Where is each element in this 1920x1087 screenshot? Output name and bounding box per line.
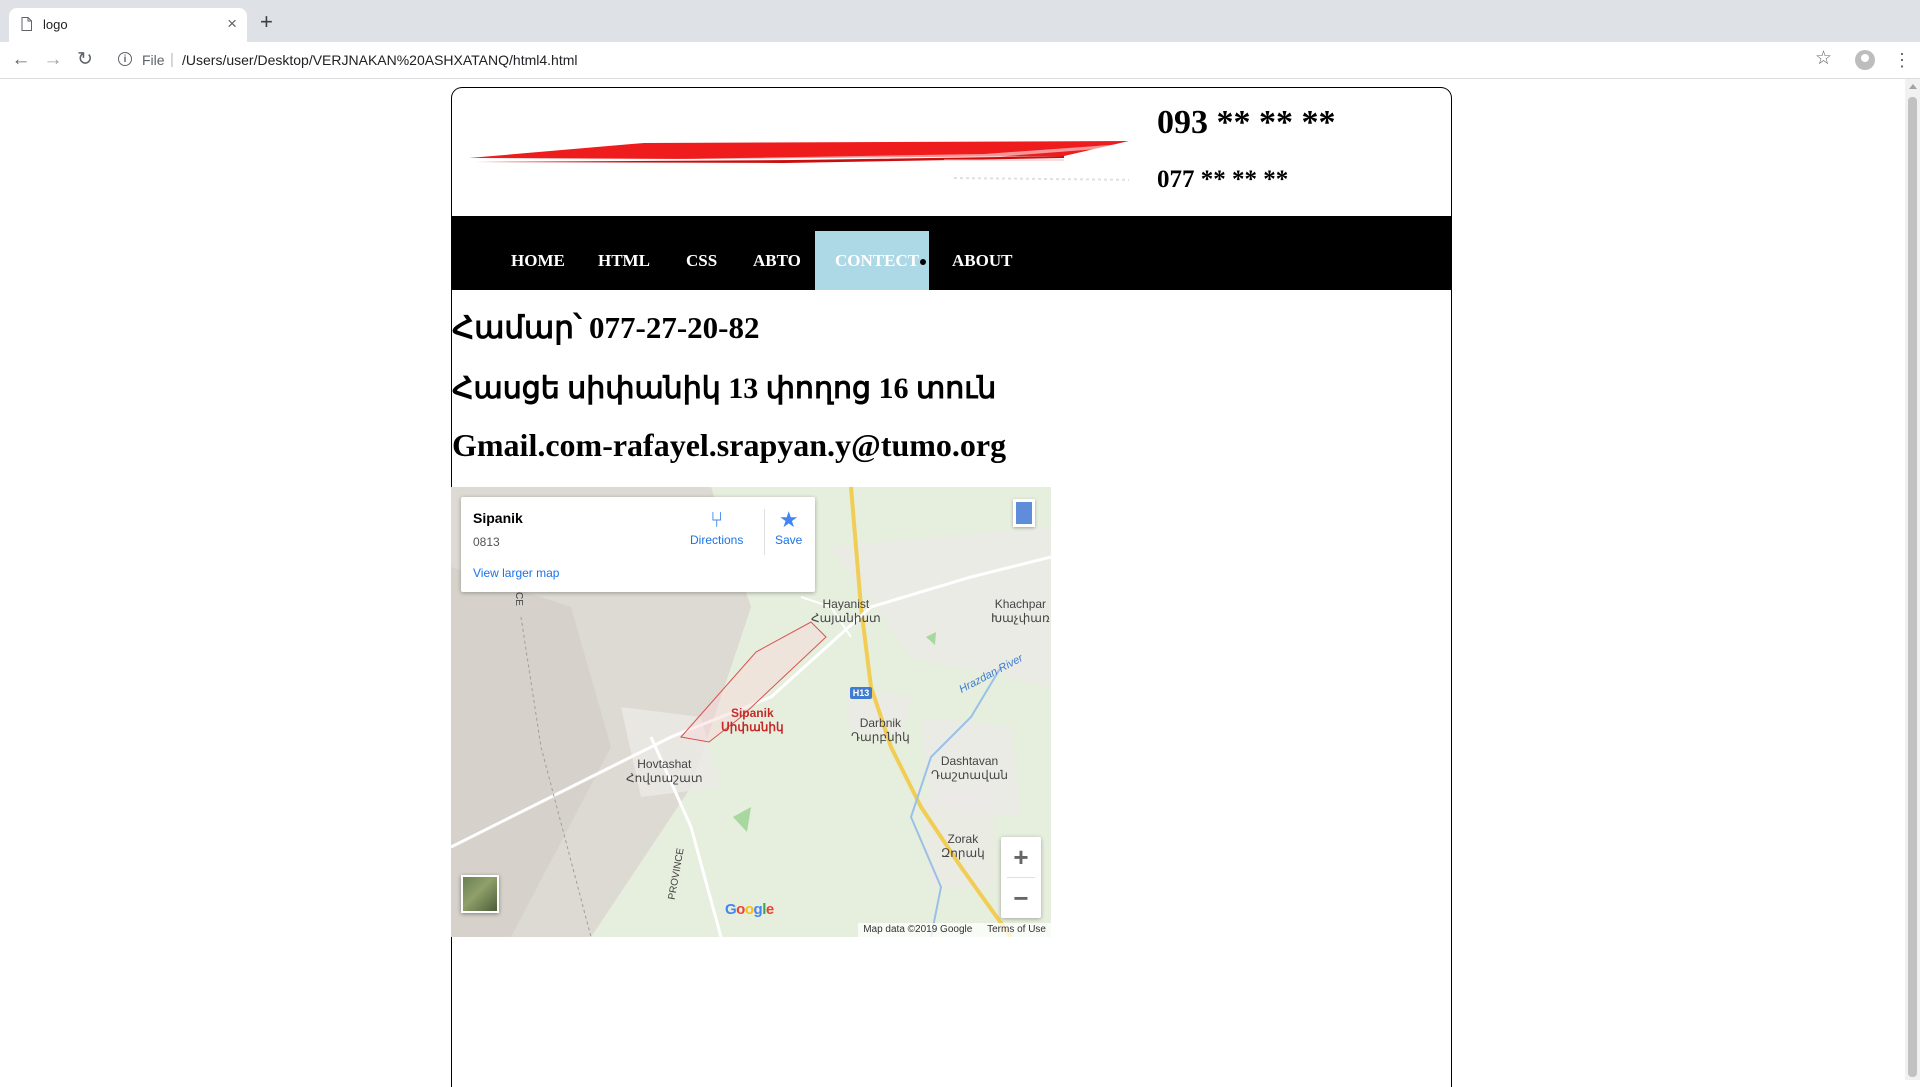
page-container: 093 ** ** ** 077 ** ** ** HOME HTML CSS … [451, 87, 1452, 1087]
tab-strip: logo × + [0, 0, 1920, 42]
contact-phone: Համար՝ 077-27-20-82 [452, 310, 760, 345]
label-sipanik: Sipanik Սիփանիկ [721, 706, 784, 734]
tab-close-icon[interactable]: × [227, 14, 237, 34]
label-hayanist: Hayanist Հայանիստ [811, 597, 881, 625]
address-bar[interactable]: i File | /Users/user/Desktop/VERJNAKAN%2… [108, 46, 1824, 74]
directions-button[interactable]: ⑂ Directions [690, 507, 743, 547]
new-tab-icon[interactable]: + [260, 11, 273, 33]
road-shield-h13: H13 [850, 687, 872, 699]
place-info-card: Sipanik 0813 View larger map ⑂ Direction… [461, 497, 815, 592]
contact-address: Հասցե սիփանիկ 13 փողոց 16 տուն [452, 372, 997, 405]
nav-abto[interactable]: ABTO [733, 231, 821, 290]
scrollbar-thumb[interactable] [1908, 97, 1917, 1077]
tab-title: logo [43, 17, 68, 32]
nav-html[interactable]: HTML [578, 231, 670, 290]
bookmark-star-icon[interactable]: ☆ [1815, 47, 1832, 70]
map-attribution: Map data ©2019 Google Terms of Use [858, 923, 1051, 937]
scroll-up-arrow-icon[interactable] [1909, 84, 1917, 89]
nav-about[interactable]: ABOUT [932, 231, 1032, 290]
label-dashtavan: Dashtavan Դաշտավան [931, 754, 1008, 782]
header-phone-secondary: 077 ** ** ** [1157, 166, 1289, 193]
save-label: Save [775, 533, 803, 547]
directions-label: Directions [690, 533, 744, 547]
cursor-dot [920, 259, 927, 266]
nav-home[interactable]: HOME [491, 231, 585, 290]
contact-email: Gmail.com-rafayel.srapyan.y@tumo.org [452, 427, 1007, 463]
terms-of-use-link[interactable]: Terms of Use [987, 924, 1046, 935]
directions-icon: ⑂ [710, 507, 724, 532]
page-scrollbar[interactable] [1905, 79, 1920, 1080]
info-icon[interactable]: i [118, 52, 132, 66]
place-postal-code: 0813 [473, 535, 500, 549]
card-divider [764, 509, 765, 555]
satellite-toggle[interactable] [461, 875, 499, 913]
view-larger-map-link[interactable]: View larger map [473, 566, 559, 580]
forward-arrow-icon[interactable]: → [41, 48, 65, 72]
zoom-in-button[interactable]: + [1001, 837, 1041, 877]
document-icon [21, 17, 32, 31]
label-khachpar: Khachpar Խաչփառ [991, 597, 1050, 625]
zoom-out-button[interactable]: − [1001, 878, 1041, 918]
back-arrow-icon[interactable]: ← [9, 48, 33, 72]
scheme-label: File [142, 52, 165, 68]
label-zorak: Zorak Զորակ [941, 832, 985, 860]
nav-contect-label: CONTECT [835, 251, 920, 270]
pegman-icon[interactable] [1013, 499, 1035, 527]
browser-tab[interactable]: logo × [9, 8, 247, 42]
google-logo: Google [725, 901, 774, 918]
browser-menu-icon[interactable]: ⋮ [1893, 48, 1911, 72]
header-phone-primary: 093 ** ** ** [1157, 104, 1336, 141]
place-name: Sipanik [473, 510, 523, 526]
google-map-embed[interactable]: H13 Hayanist Հայանիստ Khachpar Խաչփառ Sipa… [451, 487, 1051, 937]
map-data-credit: Map data ©2019 Google [863, 924, 973, 935]
zoom-control: + − [1001, 837, 1041, 918]
url-text[interactable]: /Users/user/Desktop/VERJNAKAN%20ASHXATAN… [182, 52, 578, 68]
browser-toolbar: ← → ↻ i File | /Users/user/Desktop/VERJN… [0, 42, 1920, 79]
reload-icon[interactable]: ↻ [73, 48, 97, 72]
nav-contect[interactable]: CONTECT [815, 231, 929, 290]
main-nav: HOME HTML CSS ABTO CONTECT ABOUT [451, 216, 1452, 290]
pegman-figure [1016, 502, 1032, 524]
nav-css[interactable]: CSS [666, 231, 737, 290]
label-darbnik: Darbnik Դարբնիկ [851, 716, 910, 744]
star-icon: ★ [778, 507, 799, 532]
logo-image [469, 141, 1129, 181]
save-button[interactable]: ★ Save [775, 507, 802, 547]
label-hovtashat: Hovtashat Հովտաշատ [626, 757, 703, 785]
address-separator: | [170, 51, 174, 68]
profile-avatar-icon[interactable] [1855, 50, 1875, 70]
